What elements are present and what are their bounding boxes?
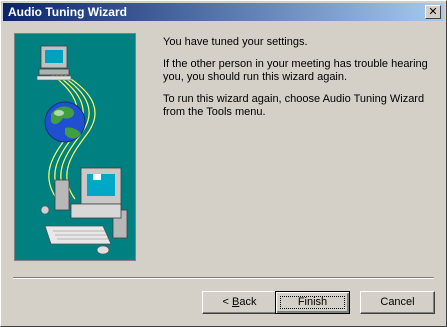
focus-rectangle <box>280 296 345 309</box>
local-computer-icon <box>40 167 128 255</box>
back-button[interactable]: < Back <box>202 291 277 314</box>
audio-tuning-wizard-window: Audio Tuning Wizard ✕ You have tuned you… <box>0 0 447 327</box>
remote-computer-icon <box>36 45 72 81</box>
button-divider <box>13 277 434 279</box>
message-trouble-hearing: If the other person in your meeting has … <box>163 58 428 83</box>
message-run-again: To run this wizard again, choose Audio T… <box>163 93 425 118</box>
wizard-illustration <box>14 33 136 261</box>
back-arrow: < <box>222 296 232 308</box>
title-bar[interactable]: Audio Tuning Wizard ✕ <box>3 3 444 21</box>
close-button[interactable]: ✕ <box>425 5 441 19</box>
back-label-rest: ack <box>239 296 257 308</box>
message-tuned: You have tuned your settings. <box>163 36 308 48</box>
globe-icon <box>44 101 86 143</box>
finish-button[interactable]: Finish <box>275 291 350 314</box>
window-title: Audio Tuning Wizard <box>8 5 127 19</box>
close-icon: ✕ <box>428 5 438 18</box>
cancel-button[interactable]: Cancel <box>360 291 435 314</box>
cancel-label: Cancel <box>380 296 415 308</box>
